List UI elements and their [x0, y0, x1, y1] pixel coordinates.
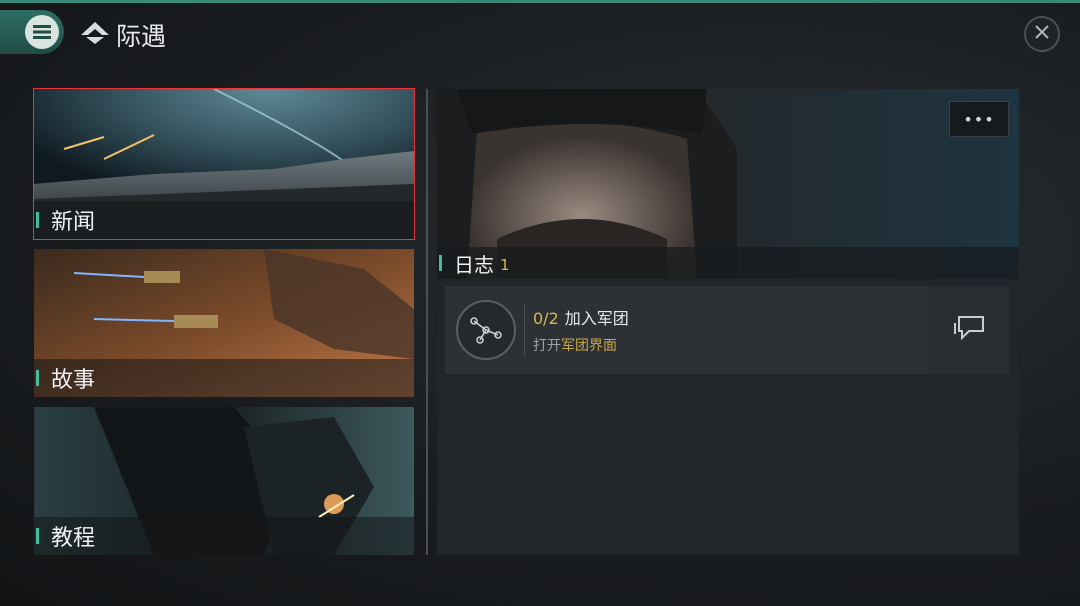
hamburger-menu-icon [25, 15, 59, 49]
accent-marker [439, 255, 442, 271]
task-name: 加入军团 [564, 309, 629, 328]
tutorial-label-bar: 教程 [34, 517, 414, 555]
top-accent-line [0, 0, 1080, 3]
task-hint-link[interactable]: 军团界面 [561, 338, 617, 354]
category-label: 故事 [51, 368, 96, 393]
faction-emblem-icon [80, 21, 110, 49]
category-card-story[interactable]: 故事 [34, 249, 414, 397]
accent-marker [36, 212, 39, 228]
journal-task-item[interactable]: 0/2 加入军团 打开军团界面 [445, 286, 929, 374]
category-label: 新闻 [51, 210, 96, 235]
task-hint: 打开军团界面 [533, 335, 629, 355]
category-card-tutorial[interactable]: 教程 [34, 407, 414, 555]
task-chat-button[interactable] [930, 286, 1010, 374]
chat-bubble-icon [953, 314, 987, 346]
task-progress: 0/2 [533, 309, 559, 328]
more-options-button[interactable]: ••• [949, 101, 1009, 137]
task-text: 0/2 加入军团 打开军团界面 [533, 305, 629, 355]
close-icon [1034, 24, 1050, 44]
task-title: 0/2 加入军团 [533, 305, 629, 329]
panel-divider [426, 89, 428, 555]
journal-title: 日志 [454, 252, 494, 277]
news-label-bar: 新闻 [34, 201, 414, 239]
accent-marker [36, 370, 39, 386]
journal-header: 日志 1 [437, 247, 1019, 279]
page-title: 际遇 [116, 22, 167, 51]
story-label-bar: 故事 [34, 359, 414, 397]
journal-panel: ••• 日志 1 0/2 加入军团 打开军团界面 [437, 89, 1019, 555]
menu-button[interactable] [0, 10, 64, 54]
journal-count-badge: 1 [500, 255, 510, 274]
network-nodes-icon [456, 300, 516, 360]
task-hint-prefix: 打开 [533, 338, 561, 354]
category-card-news[interactable]: 新闻 [33, 88, 415, 240]
accent-marker [36, 528, 39, 544]
category-label: 教程 [51, 526, 96, 551]
task-separator [524, 304, 525, 356]
close-button[interactable] [1024, 16, 1060, 52]
page-header: 际遇 [80, 17, 166, 53]
